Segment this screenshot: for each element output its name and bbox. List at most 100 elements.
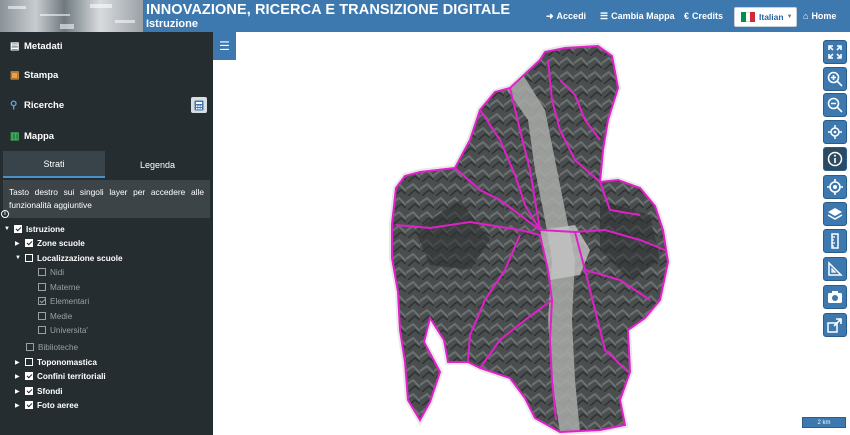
layers-button[interactable] <box>823 202 847 226</box>
layer-label: Istruzione <box>26 224 65 234</box>
hamburger-icon: ☰ <box>219 39 230 53</box>
language-label: Italian <box>759 12 784 22</box>
change-map-button[interactable]: ☰ Cambia Mappa <box>600 0 675 32</box>
ruler-icon <box>831 233 839 249</box>
menu-mappa-label: Mappa <box>24 130 55 142</box>
tab-strati[interactable]: Strati <box>3 151 105 178</box>
login-button[interactable]: ➜ Accedi <box>546 0 586 32</box>
layer-checkbox[interactable] <box>38 326 46 334</box>
expand-icon <box>828 45 842 59</box>
chevron-right-icon[interactable]: ▶ <box>15 388 25 395</box>
layer-checkbox[interactable] <box>25 401 33 409</box>
info-circle-icon <box>827 151 843 167</box>
layer-checkbox[interactable] <box>38 283 46 291</box>
measure-area-button[interactable] <box>823 257 847 281</box>
info-button[interactable] <box>823 147 847 171</box>
layer-checkbox[interactable] <box>25 372 33 380</box>
layer-elementari[interactable]: Elementari <box>38 295 89 307</box>
home-icon: ⌂ <box>803 11 809 21</box>
camera-icon <box>828 291 842 303</box>
map-icon: ▥ <box>10 130 20 142</box>
locate-button[interactable] <box>823 175 847 199</box>
layer-sfondi[interactable]: ▶ Sfondi <box>15 385 62 397</box>
layer-foto-aeree[interactable]: ▶ Foto aeree <box>15 399 78 411</box>
menu-stampa[interactable]: ▣ Stampa <box>10 66 58 84</box>
menu-ricerche-label: Ricerche <box>24 99 65 111</box>
measure-distance-button[interactable] <box>823 229 847 253</box>
layer-confini-territoriali[interactable]: ▶ Confini territoriali <box>15 370 106 382</box>
layer-checkbox[interactable] <box>38 268 46 276</box>
zoom-extent-icon <box>828 125 842 139</box>
layer-checkbox[interactable] <box>25 387 33 395</box>
change-map-label: Cambia Mappa <box>611 11 675 21</box>
app-title: INNOVAZIONE, RICERCA E TRANSIZIONE DIGIT… <box>146 2 511 18</box>
share-button[interactable] <box>823 313 847 337</box>
tab-legenda[interactable]: Legenda <box>105 151 210 178</box>
layer-checkbox[interactable] <box>25 254 33 262</box>
header-aerial-thumbnail <box>0 0 143 32</box>
layer-localizzazione-scuole[interactable]: ▼ Localizzazione scuole <box>15 252 123 264</box>
menu-stampa-label: Stampa <box>24 69 59 81</box>
fullscreen-button[interactable] <box>823 40 847 64</box>
layer-label: Zone scuole <box>37 238 85 248</box>
login-label: Accedi <box>556 11 587 21</box>
layer-label: Toponomastica <box>37 357 97 367</box>
set-square-icon <box>828 261 843 276</box>
layer-zone-scuole[interactable]: ▶ Zone scuole <box>15 237 85 249</box>
layer-label: Foto aeree <box>37 400 79 410</box>
layer-label: Elementari <box>50 296 90 306</box>
layer-materne[interactable]: Materne <box>38 281 80 293</box>
home-label: Home <box>811 11 837 21</box>
zoom-in-icon <box>827 71 843 87</box>
layer-tabs: Strati Legenda <box>0 151 213 178</box>
document-icon: ▤ <box>10 40 20 52</box>
menu-mappa[interactable]: ▥ Mappa <box>10 127 54 145</box>
chevron-down-icon: ▼ <box>786 14 793 20</box>
layer-biblioteche[interactable]: Biblioteche <box>26 341 78 353</box>
layer-checkbox[interactable] <box>38 297 46 305</box>
layer-checkbox[interactable] <box>25 239 33 247</box>
menu-metadati[interactable]: ▤ Metadati <box>10 37 63 55</box>
calculator-button[interactable] <box>191 97 207 113</box>
sidebar: ▤ Metadati ▣ Stampa ⚲ Ricerche ▥ Mappa S… <box>0 32 213 435</box>
layer-label: Confini territoriali <box>37 371 106 381</box>
share-icon <box>827 318 842 333</box>
layer-checkbox[interactable] <box>25 358 33 366</box>
layer-checkbox[interactable] <box>26 343 34 351</box>
chevron-right-icon[interactable]: ▶ <box>15 373 25 380</box>
layer-label: Medie <box>50 311 73 321</box>
map-canvas[interactable] <box>213 32 850 435</box>
layers-icon <box>827 208 843 220</box>
home-button[interactable]: ⌂ Home <box>803 0 836 32</box>
layer-medie[interactable]: Medie <box>38 310 72 322</box>
aerial-map[interactable] <box>213 32 850 435</box>
chevron-right-icon[interactable]: ▶ <box>15 359 25 366</box>
chevron-right-icon[interactable]: ▶ <box>15 402 25 409</box>
print-icon: ▣ <box>10 69 20 81</box>
layer-label: Localizzazione scuole <box>37 253 123 263</box>
language-select[interactable]: Italian ▼ <box>734 7 797 27</box>
layer-label: Sfondi <box>37 386 63 396</box>
signpost-icon: ☰ <box>600 10 609 21</box>
chevron-down-icon[interactable]: ▼ <box>4 226 14 232</box>
layer-label: Materne <box>50 282 81 292</box>
toggle-sidebar-button[interactable]: ☰ <box>213 32 236 60</box>
menu-metadati-label: Metadati <box>24 40 63 52</box>
layer-checkbox[interactable] <box>38 312 46 320</box>
layer-universita[interactable]: Universita' <box>38 324 88 336</box>
chevron-down-icon[interactable]: ▼ <box>15 255 25 261</box>
credits-button[interactable]: € Credits <box>684 0 723 32</box>
screenshot-button[interactable] <box>823 285 847 309</box>
layer-checkbox[interactable] <box>14 225 22 233</box>
search-icon: ⚲ <box>10 99 18 111</box>
layer-toponomastica[interactable]: ▶ Toponomastica <box>15 356 97 368</box>
layer-hint: Tasto destro sui singoli layer per acced… <box>3 180 210 218</box>
layer-istruzione[interactable]: ▼ Istruzione <box>4 223 65 235</box>
menu-ricerche[interactable]: ⚲ Ricerche <box>10 96 64 114</box>
zoom-in-button[interactable] <box>823 67 847 91</box>
layer-nidi[interactable]: Nidi <box>38 266 64 278</box>
login-icon: ➜ <box>546 10 554 21</box>
chevron-right-icon[interactable]: ▶ <box>15 240 25 247</box>
zoom-out-button[interactable] <box>823 93 847 117</box>
zoom-extent-button[interactable] <box>823 120 847 144</box>
